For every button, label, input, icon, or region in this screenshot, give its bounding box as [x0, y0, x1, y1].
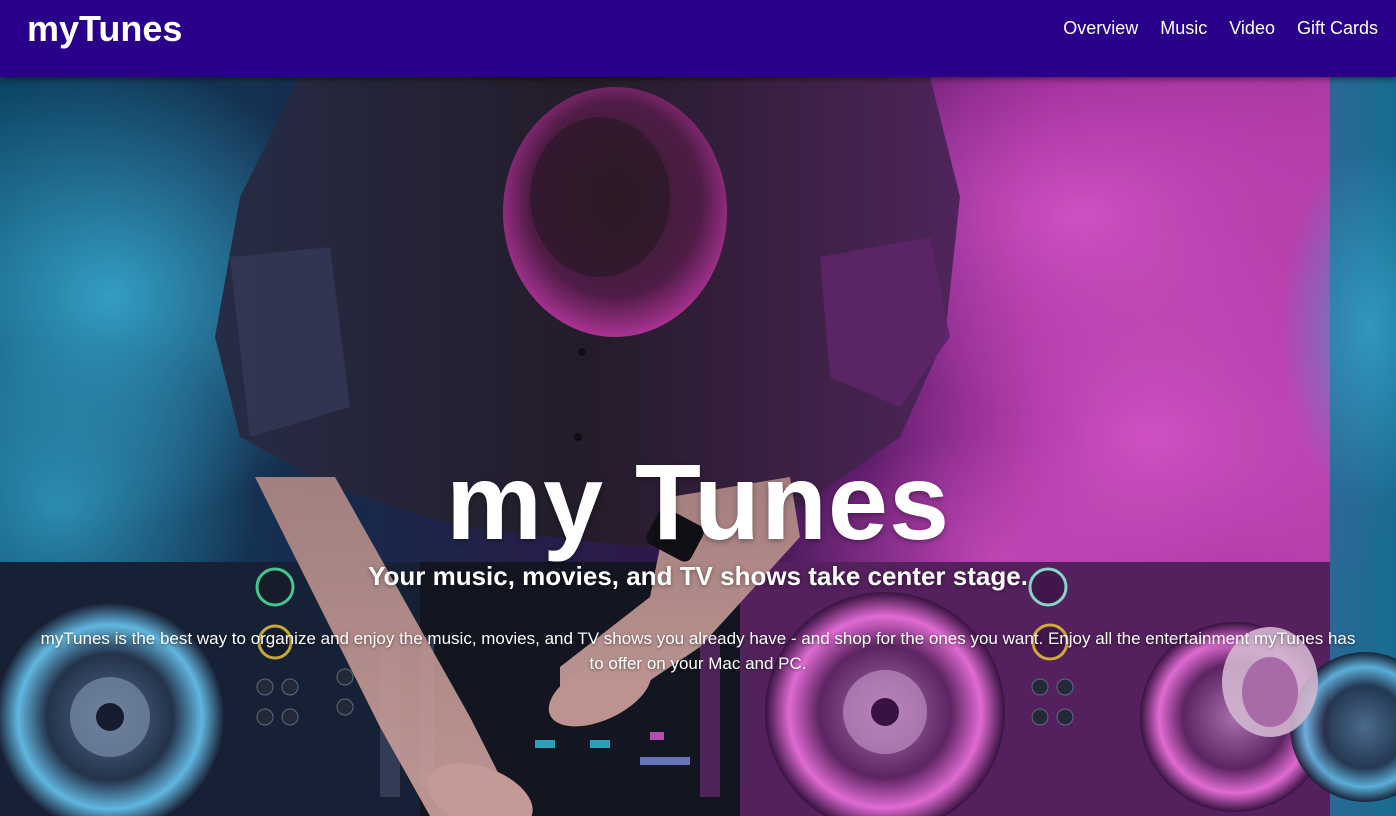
nav-link-video[interactable]: Video [1229, 17, 1275, 39]
hero-section: my Tunes Your music, movies, and TV show… [0, 77, 1396, 816]
nav-link-gift-cards[interactable]: Gift Cards [1297, 17, 1378, 39]
hero-description: myTunes is the best way to organize and … [40, 629, 1356, 673]
hero-subtitle: Your music, movies, and TV shows take ce… [368, 560, 1028, 591]
top-navbar: myTunes Overview Music Video Gift Cards [0, 0, 1396, 77]
nav-link-music[interactable]: Music [1160, 17, 1207, 39]
brand-logo-link[interactable]: myTunes [27, 9, 182, 49]
nav-link-overview[interactable]: Overview [1063, 17, 1138, 39]
nav-menu: Overview Music Video Gift Cards [1063, 17, 1378, 39]
hero-title: my Tunes [445, 441, 951, 563]
